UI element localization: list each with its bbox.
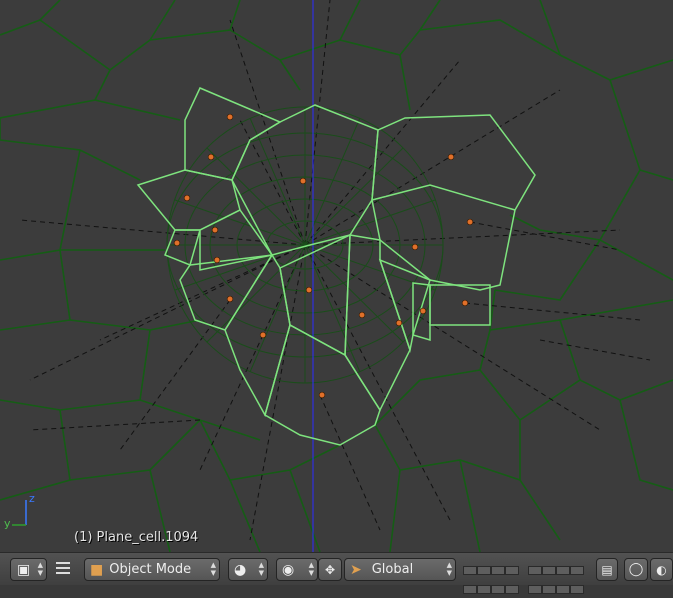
transform-axes-icon: ➤ bbox=[350, 561, 362, 578]
updown-arrows-icon: ▲ ▼ bbox=[37, 561, 43, 577]
orientation-label: Global bbox=[371, 562, 414, 577]
mode-label: Object Mode bbox=[109, 562, 192, 577]
render-button[interactable]: ◐ bbox=[650, 558, 673, 581]
updown-arrows-icon: ▲ ▼ bbox=[308, 561, 314, 577]
axis-y-label: y bbox=[4, 517, 11, 530]
lock-icon: ▤ bbox=[601, 562, 613, 577]
proportional-edit-icon: ◯ bbox=[628, 562, 644, 577]
manipulator-toggle[interactable]: ✥ bbox=[318, 558, 342, 581]
cube-editor-icon: ▣ bbox=[17, 561, 31, 578]
viewport-header: ▣ ▲ ▼ ■ Object Mode ▲ ▼ ◕ ▲ ▼ ◉ ▲ ▼ ✥ ➤ Glob… bbox=[0, 552, 673, 594]
manipulator-icon: ✥ bbox=[324, 562, 336, 577]
axis-z-label: z bbox=[29, 492, 35, 505]
layer-grid-b[interactable] bbox=[528, 560, 586, 598]
editor-type-selector[interactable]: ▣ ▲ ▼ bbox=[10, 558, 47, 581]
object-info-label: (1) Plane_cell.1094 bbox=[74, 530, 199, 545]
viewport-canvas[interactable]: z y bbox=[0, 0, 673, 552]
pivot-point-selector[interactable]: ◉ ▲ ▼ bbox=[276, 558, 318, 581]
3d-viewport[interactable]: z y (1) Plane_cell.1094 bbox=[0, 0, 673, 552]
viewport-shading-selector[interactable]: ◕ ▲ ▼ bbox=[228, 558, 268, 581]
snap-toggle[interactable]: ◯ bbox=[624, 558, 648, 581]
seed-points[interactable] bbox=[173, 113, 474, 399]
shading-sphere-icon: ◕ bbox=[234, 561, 247, 578]
mode-selector[interactable]: ■ Object Mode ▲ ▼ bbox=[84, 558, 220, 581]
pivot-icon: ◉ bbox=[282, 561, 295, 578]
updown-arrows-icon: ▲ ▼ bbox=[446, 561, 452, 577]
render-icon: ◐ bbox=[656, 562, 667, 577]
lock-layers-button[interactable]: ▤ bbox=[596, 558, 618, 581]
updown-arrows-icon: ▲ ▼ bbox=[210, 561, 216, 577]
menu-toggle-icon[interactable] bbox=[56, 562, 70, 574]
layer-grid-a[interactable] bbox=[463, 560, 521, 598]
object-cube-icon: ■ bbox=[90, 561, 104, 578]
dashed-links bbox=[19, 0, 651, 541]
updown-arrows-icon: ▲ ▼ bbox=[258, 561, 264, 577]
transform-orientation-selector[interactable]: ➤ Global ▲ ▼ bbox=[344, 558, 456, 581]
sphere-wireframe bbox=[166, 106, 444, 384]
